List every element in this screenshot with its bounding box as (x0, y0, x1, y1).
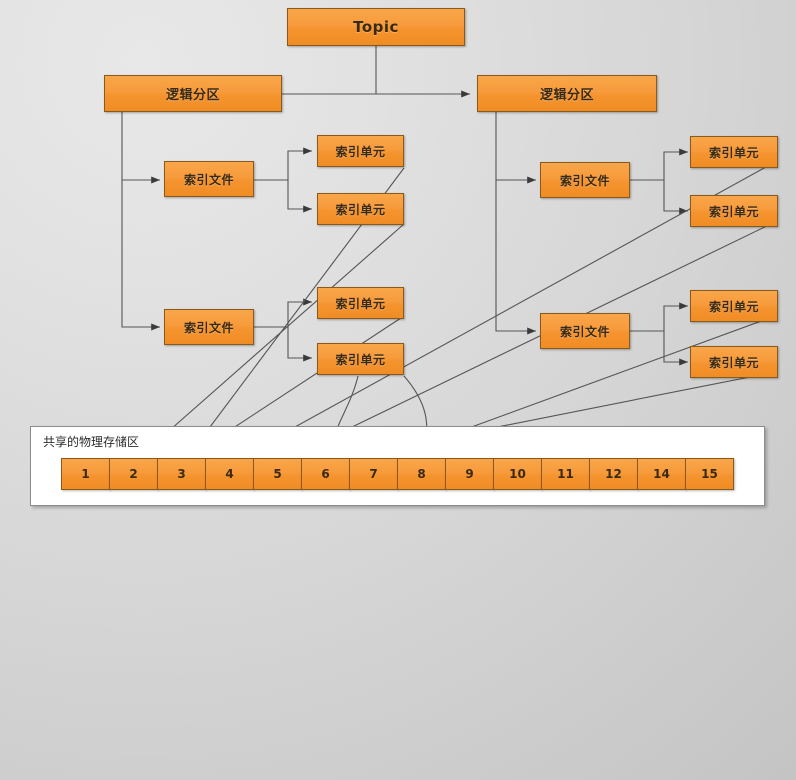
edge-rfile4-unit7 (630, 302, 688, 332)
edge-lfile1-unit2 (287, 180, 312, 213)
node-index-unit-1-label: 索引单元 (335, 144, 386, 159)
node-index-file-1-label: 索引文件 (183, 172, 234, 187)
edge-rpart-file3 (495, 112, 536, 184)
edge-unit6-cell5 (285, 221, 776, 460)
edge-rpart-file4 (495, 180, 536, 335)
node-index-unit-2[interactable]: 索引单元 (317, 193, 404, 225)
storage-cell-row: 1 2 3 4 5 6 7 8 9 10 11 12 14 15 (61, 458, 734, 490)
storage-cell[interactable]: 2 (109, 458, 158, 490)
storage-cell[interactable]: 8 (397, 458, 446, 490)
node-topic[interactable]: Topic (287, 8, 465, 46)
node-index-unit-8[interactable]: 索引单元 (690, 346, 778, 378)
shared-storage-label: 共享的物理存储区 (43, 435, 140, 449)
storage-cell[interactable]: 4 (205, 458, 254, 490)
storage-cell[interactable]: 7 (349, 458, 398, 490)
shared-storage-container: 共享的物理存储区 1 2 3 4 5 6 7 8 9 10 11 12 14 1… (30, 426, 765, 506)
node-partition-right-label: 逻辑分区 (539, 88, 594, 103)
node-index-unit-7-label: 索引单元 (708, 299, 759, 314)
node-partition-left[interactable]: 逻辑分区 (104, 75, 282, 112)
node-index-unit-4[interactable]: 索引单元 (317, 343, 404, 375)
node-index-file-4[interactable]: 索引文件 (540, 313, 630, 349)
node-partition-left-label: 逻辑分区 (165, 88, 220, 103)
node-topic-label: Topic (353, 18, 399, 36)
storage-cell[interactable]: 1 (61, 458, 110, 490)
node-index-unit-8-label: 索引单元 (708, 355, 759, 370)
node-index-file-1[interactable]: 索引文件 (164, 161, 254, 197)
edge-rfile3-unit5 (630, 148, 688, 181)
storage-cell[interactable]: 5 (253, 458, 302, 490)
storage-cell[interactable]: 9 (445, 458, 494, 490)
edge-lpart-file1 (121, 112, 160, 184)
node-index-unit-3[interactable]: 索引单元 (317, 287, 404, 319)
storage-cell[interactable]: 11 (541, 458, 590, 490)
node-index-file-2[interactable]: 索引文件 (164, 309, 254, 345)
edge-rfile3-unit6 (663, 180, 688, 215)
node-index-unit-5-label: 索引单元 (708, 145, 759, 160)
storage-cell[interactable]: 10 (493, 458, 542, 490)
storage-cell[interactable]: 6 (301, 458, 350, 490)
diagram-canvas: Topic 逻辑分区 逻辑分区 索引文件 索引文件 索引文件 索引文件 索引单元… (0, 0, 796, 780)
storage-cell[interactable]: 14 (637, 458, 686, 490)
node-index-file-4-label: 索引文件 (559, 324, 610, 339)
storage-cell[interactable]: 3 (157, 458, 206, 490)
node-index-unit-1[interactable]: 索引单元 (317, 135, 404, 167)
storage-cell[interactable]: 12 (589, 458, 638, 490)
edge-lpart-file2 (121, 180, 160, 331)
node-index-unit-6-label: 索引单元 (708, 204, 759, 219)
edge-lfile1-unit1 (254, 147, 312, 181)
node-index-file-3-label: 索引文件 (559, 173, 610, 188)
edge-lfile2-unit3 (254, 298, 312, 328)
storage-cell[interactable]: 15 (685, 458, 734, 490)
node-partition-right[interactable]: 逻辑分区 (477, 75, 657, 112)
node-index-unit-4-label: 索引单元 (335, 352, 386, 367)
node-index-unit-5[interactable]: 索引单元 (690, 136, 778, 168)
node-index-file-3[interactable]: 索引文件 (540, 162, 630, 198)
node-index-unit-6[interactable]: 索引单元 (690, 195, 778, 227)
node-index-unit-2-label: 索引单元 (335, 202, 386, 217)
node-index-file-2-label: 索引文件 (183, 320, 234, 335)
node-index-unit-3-label: 索引单元 (335, 296, 386, 311)
edge-lfile2-unit4 (287, 327, 312, 362)
connector-layer (121, 46, 776, 461)
edge-rfile4-unit8 (663, 331, 688, 366)
node-index-unit-7[interactable]: 索引单元 (690, 290, 778, 322)
